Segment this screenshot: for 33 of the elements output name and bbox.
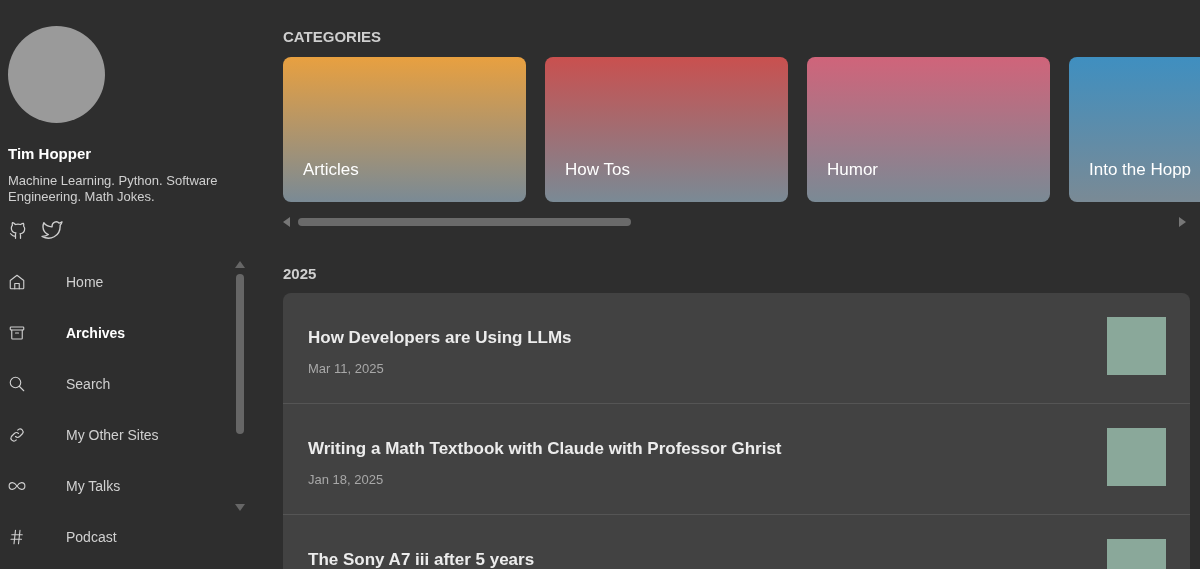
- thumbnail-placeholder: [1107, 317, 1166, 375]
- scrollbar-thumb[interactable]: [236, 273, 244, 434]
- archive-icon: [8, 324, 26, 342]
- search-icon: [8, 375, 26, 393]
- post-date: Jan 18, 2025: [308, 470, 385, 489]
- nav-link[interactable]: Home: [8, 256, 233, 308]
- home-icon: [8, 273, 26, 291]
- nav-link[interactable]: Search: [8, 358, 233, 410]
- post-title[interactable]: How Developers are Using LLMs: [308, 325, 572, 351]
- category-card[interactable]: Into the Hopp: [1069, 56, 1200, 202]
- twitter-icon[interactable]: [41, 219, 63, 240]
- link-icon: [8, 426, 26, 444]
- nav-link[interactable]: Archives: [8, 307, 233, 359]
- scrollbar-thumb[interactable]: [298, 217, 631, 226]
- profile-name: Tim Hopper: [8, 144, 93, 164]
- post-title[interactable]: The Sony A7 iii after 5 years: [308, 547, 535, 569]
- profile-bio: Machine Learning. Python. Software Engineering. Math Jokes.: [8, 172, 219, 205]
- nav-link[interactable]: My Other Sites: [8, 409, 233, 461]
- thumbnail-placeholder: [1107, 428, 1166, 486]
- scroll-up-icon[interactable]: [235, 260, 245, 268]
- year-heading: 2025: [283, 263, 318, 284]
- category-card[interactable]: Humor: [807, 56, 1050, 202]
- scroll-down-icon[interactable]: [235, 503, 245, 511]
- category-card[interactable]: How Tos: [545, 56, 788, 202]
- section-heading: CATEGORIES: [283, 27, 383, 47]
- nav-link[interactable]: My Talks: [8, 460, 233, 512]
- hash-icon: [8, 528, 26, 546]
- post-title[interactable]: Writing a Math Textbook with Claude with Professor Ghrist: [308, 436, 782, 462]
- scroll-left-icon[interactable]: [283, 216, 290, 227]
- github-icon[interactable]: [8, 219, 28, 240]
- post-date: Mar 11, 2025: [308, 359, 385, 378]
- nav-link[interactable]: Podcast: [8, 511, 233, 563]
- scroll-right-icon[interactable]: [1179, 216, 1186, 227]
